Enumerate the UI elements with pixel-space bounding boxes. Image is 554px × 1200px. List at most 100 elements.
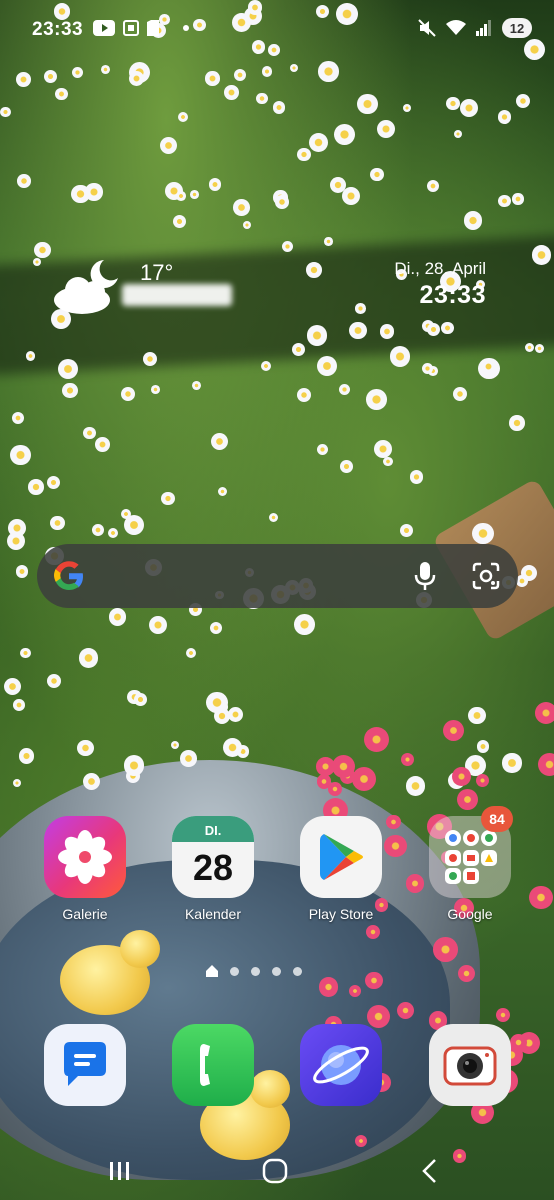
daisy-decoration <box>318 61 339 82</box>
daisy-decoration <box>77 740 94 757</box>
notification-badge: 84 <box>481 806 513 832</box>
daisy-decoration <box>15 565 29 578</box>
page-dot <box>230 966 239 976</box>
dock-internet[interactable] <box>291 1024 391 1106</box>
pink-flower-decoration <box>534 702 554 725</box>
daisy-decoration <box>71 184 90 203</box>
daisy-decoration <box>4 677 22 695</box>
daisy-decoration <box>233 68 246 82</box>
daisy-decoration <box>227 706 244 723</box>
daisy-decoration <box>55 87 68 101</box>
youtube-icon <box>93 20 115 36</box>
pink-flower-decoration <box>495 1007 510 1022</box>
daisy-decoration <box>223 85 239 100</box>
dock-messages[interactable] <box>35 1024 135 1106</box>
daisy-decoration <box>192 380 201 390</box>
phone-icon <box>172 1024 254 1106</box>
daisy-decoration <box>463 210 483 230</box>
daisy-decoration <box>452 386 467 401</box>
temperature: 17° <box>140 260 174 285</box>
app-label: Play Store <box>308 906 374 922</box>
daisy-decoration <box>100 64 110 74</box>
dock-phone[interactable] <box>163 1024 263 1106</box>
daisy-decoration <box>78 647 99 668</box>
daisy-decoration <box>189 190 199 199</box>
daisy-decoration <box>520 564 538 581</box>
app-play-store[interactable]: Play Store <box>291 816 391 922</box>
screenshot-icon <box>123 20 139 36</box>
app-galerie[interactable]: Galerie <box>35 816 135 922</box>
recent-apps-icon[interactable] <box>108 1160 132 1182</box>
daisy-decoration <box>217 486 228 496</box>
google-search-bar[interactable] <box>37 544 518 608</box>
dock-camera[interactable] <box>420 1024 520 1106</box>
messages-icon <box>44 1024 126 1106</box>
daisy-decoration <box>123 755 145 776</box>
mic-icon[interactable] <box>414 561 436 591</box>
location-redacted <box>122 284 232 306</box>
page-dot <box>293 966 302 976</box>
daisy-decoration <box>405 775 426 796</box>
signal-icon <box>476 20 491 36</box>
daisy-decoration <box>128 70 145 86</box>
battery-indicator: 12 <box>502 18 532 38</box>
internet-icon <box>300 1024 382 1106</box>
daisy-decoration <box>205 71 220 86</box>
daisy-decoration <box>316 444 328 456</box>
daisy-decoration <box>0 106 11 117</box>
daisy-decoration <box>13 699 25 711</box>
daisy-decoration <box>261 66 273 77</box>
back-icon[interactable] <box>420 1158 438 1184</box>
daisy-decoration <box>472 523 494 545</box>
daisy-decoration <box>11 411 25 424</box>
pink-flower-decoration <box>400 752 414 766</box>
daisy-decoration <box>233 199 250 216</box>
daisy-decoration <box>296 387 311 402</box>
navigation-bar <box>0 1146 554 1200</box>
daisy-decoration <box>17 174 31 188</box>
daisy-decoration <box>208 178 221 191</box>
page-indicator[interactable] <box>206 965 302 977</box>
status-bar: 23:33 12 <box>0 0 554 60</box>
app-google-folder[interactable]: 84 Google <box>420 806 520 922</box>
daisy-decoration <box>82 426 96 440</box>
daisy-decoration <box>25 351 35 361</box>
home-icon[interactable] <box>262 1158 288 1184</box>
pink-flower-decoration <box>528 885 553 910</box>
daisy-decoration <box>46 673 61 689</box>
daisy-decoration <box>324 237 333 246</box>
daisy-decoration <box>399 524 413 538</box>
app-label: Google <box>447 906 493 922</box>
daisy-decoration <box>15 72 31 88</box>
daisy-decoration <box>374 439 393 458</box>
daisy-decoration <box>92 524 104 536</box>
daisy-decoration <box>177 112 188 123</box>
daisy-decoration <box>18 748 35 764</box>
daisy-decoration <box>291 342 305 357</box>
camera-icon <box>429 1024 511 1106</box>
app-kalender[interactable]: DI. 28 Kalender <box>163 816 263 922</box>
home-page-icon <box>206 965 218 977</box>
calendar-weekday: DI. <box>172 816 254 842</box>
status-time: 23:33 <box>32 19 84 40</box>
gallery-icon <box>44 816 126 898</box>
daisy-decoration <box>20 647 31 659</box>
daisy-decoration <box>306 261 323 278</box>
daisy-decoration <box>28 479 44 495</box>
daisy-decoration <box>355 303 366 314</box>
app-label: Galerie <box>62 906 108 922</box>
lens-icon[interactable] <box>472 562 500 590</box>
pink-flower-decoration <box>433 937 458 962</box>
daisy-decoration <box>366 389 387 410</box>
calendar-day: 28 <box>192 847 234 888</box>
daisy-decoration <box>57 359 78 380</box>
daisy-decoration <box>370 167 384 182</box>
daisy-decoration <box>206 691 228 714</box>
daisy-decoration <box>389 346 411 367</box>
daisy-decoration <box>161 491 175 505</box>
daisy-decoration <box>382 456 393 467</box>
calendar-icon: DI. 28 <box>172 816 254 898</box>
pink-flower-decoration <box>537 752 554 776</box>
clock-date: Di., 28. April <box>394 259 486 278</box>
wifi-icon <box>446 20 466 35</box>
